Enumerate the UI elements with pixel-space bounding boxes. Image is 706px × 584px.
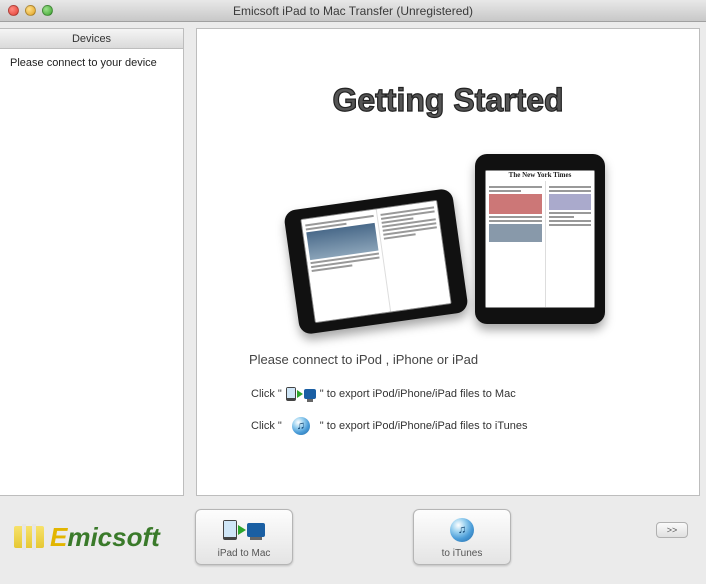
sidebar-message: Please connect to your device	[0, 49, 183, 77]
logo-rest: micsoft	[67, 522, 159, 552]
window-title: Emicsoft iPad to Mac Transfer (Unregiste…	[0, 4, 706, 18]
chevron-right-icon: >>	[667, 525, 678, 535]
ipad-to-mac-button-icon	[223, 516, 265, 544]
info-section: Please connect to iPod , iPhone or iPad …	[217, 352, 679, 435]
ipad-illustration: The New York Times	[217, 144, 679, 324]
footer-actions: iPad to Mac to iTunes	[195, 509, 511, 565]
sidebar-header: Devices	[0, 29, 183, 49]
ipad-portrait-icon: The New York Times	[475, 154, 605, 324]
export-to-mac-hint: Click " " to export iPod/iPhone/iPad fil…	[249, 385, 679, 403]
emicsoft-logo: Emicsoft	[14, 522, 160, 553]
sidebar: Devices Please connect to your device	[0, 28, 184, 496]
footer: Emicsoft iPad to Mac to iTunes >>	[0, 496, 706, 578]
more-button[interactable]: >>	[656, 522, 688, 538]
ipad-to-mac-button[interactable]: iPad to Mac	[195, 509, 293, 565]
to-itunes-button[interactable]: to iTunes	[413, 509, 511, 565]
to-itunes-button-icon	[450, 516, 474, 544]
svg-text:Getting Started: Getting Started	[332, 82, 563, 118]
export-to-itunes-hint: Click " " to export iPod/iPhone/iPad fil…	[249, 417, 679, 435]
logo-letter-e: E	[50, 522, 67, 552]
connect-prompt: Please connect to iPod , iPhone or iPad	[249, 352, 679, 367]
to-itunes-button-label: to iTunes	[442, 548, 483, 559]
ipad-landscape-icon	[283, 188, 469, 335]
ipad-to-mac-icon	[286, 385, 316, 403]
main-panel: Getting Started	[196, 28, 700, 496]
content-area: Devices Please connect to your device Ge…	[0, 22, 706, 496]
heading-text-icon: Getting Started	[278, 73, 618, 123]
getting-started-heading: Getting Started	[217, 73, 679, 126]
logo-mark-icon	[14, 526, 44, 548]
itunes-icon	[286, 417, 316, 435]
titlebar: Emicsoft iPad to Mac Transfer (Unregiste…	[0, 0, 706, 22]
ipad-to-mac-button-label: iPad to Mac	[218, 548, 271, 559]
